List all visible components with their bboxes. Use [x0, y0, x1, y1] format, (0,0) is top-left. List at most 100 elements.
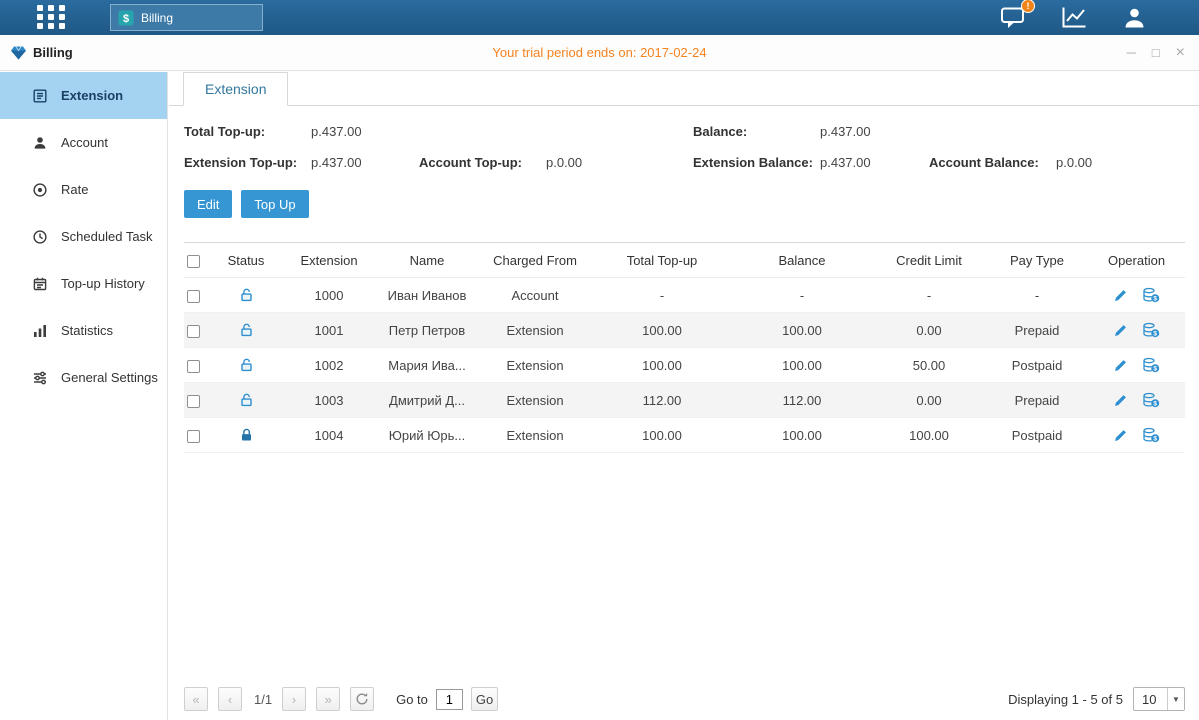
topup-coins-icon[interactable]: $ [1142, 322, 1160, 338]
action-buttons: Edit Top Up [169, 173, 1199, 218]
messages-icon[interactable]: ! [1000, 5, 1027, 30]
sidebar-item-label: Account [61, 135, 108, 150]
svg-text:$: $ [123, 13, 129, 25]
topup-coins-icon[interactable]: $ [1142, 287, 1160, 303]
pay-type-cell: Postpaid [986, 418, 1088, 453]
top-bar: $ Billing ! [0, 0, 1199, 35]
name-cell: Дмитрий Д... [376, 383, 478, 418]
extension-cell: 1004 [282, 418, 376, 453]
summary-value: p.437.00 [311, 124, 362, 139]
row-select-cell [184, 348, 210, 383]
maximize-icon[interactable]: □ [1152, 46, 1160, 59]
table-row: 1003Дмитрий Д...Extension112.00112.000.0… [184, 383, 1185, 418]
page-size-select[interactable]: 10 ▼ [1133, 687, 1185, 711]
pagination-bar: « ‹ 1/1 › » Go to Go Displaying 1 - 5 of… [184, 686, 1185, 712]
row-checkbox[interactable] [187, 360, 200, 373]
rate-icon [32, 182, 48, 198]
row-select-cell [184, 313, 210, 348]
refresh-button[interactable] [350, 687, 374, 711]
edit-pencil-icon[interactable] [1113, 323, 1128, 338]
extension-table-wrap: Status Extension Name Charged From Total… [184, 242, 1185, 453]
edit-pencil-icon[interactable] [1113, 393, 1128, 408]
sidebar-item-general-settings[interactable]: General Settings [0, 354, 167, 401]
row-select-cell [184, 418, 210, 453]
locked-lock-icon [239, 427, 254, 443]
summary-label: Extension Top-up: [184, 155, 311, 170]
calendar-icon [32, 276, 48, 292]
top-up-button[interactable]: Top Up [241, 190, 308, 218]
edit-pencil-icon[interactable] [1113, 428, 1128, 443]
total-topup-cell: 100.00 [592, 418, 732, 453]
extension-cell: 1002 [282, 348, 376, 383]
sidebar-item-label: Statistics [61, 323, 113, 338]
total-topup-cell: 112.00 [592, 383, 732, 418]
row-checkbox[interactable] [187, 430, 200, 443]
sidebar-item-statistics[interactable]: Statistics [0, 307, 167, 354]
pay-type-cell: Postpaid [986, 348, 1088, 383]
sidebar-item-label: Rate [61, 182, 88, 197]
window-title-bar: Billing Your trial period ends on: 2017-… [0, 35, 1199, 71]
column-header-name: Name [376, 243, 478, 278]
charged-from-cell: Extension [478, 313, 592, 348]
summary-label: Extension Balance: [693, 155, 820, 170]
close-icon[interactable]: × [1176, 45, 1185, 61]
edit-button[interactable]: Edit [184, 190, 232, 218]
unlocked-lock-icon [239, 287, 254, 303]
topup-coins-icon[interactable]: $ [1142, 357, 1160, 373]
reports-chart-icon[interactable] [1061, 6, 1088, 29]
sidebar-item-scheduled-task[interactable]: Scheduled Task [0, 213, 167, 260]
last-page-button[interactable]: » [316, 687, 340, 711]
summary-value: p.437.00 [820, 124, 871, 139]
table-body: 1000Иван ИвановAccount----$1001Петр Петр… [184, 278, 1185, 453]
row-checkbox[interactable] [187, 395, 200, 408]
main-content: Extension Total Top-up:p.437.00 Balance:… [169, 72, 1199, 720]
balance-cell: 100.00 [732, 418, 872, 453]
total-topup-cell: 100.00 [592, 313, 732, 348]
tab-extension[interactable]: Extension [183, 72, 288, 106]
summary-label: Account Top-up: [419, 155, 546, 170]
goto-page-input[interactable] [436, 689, 463, 710]
topup-coins-icon[interactable]: $ [1142, 392, 1160, 408]
sidebar-item-rate[interactable]: Rate [0, 166, 167, 213]
credit-limit-cell: - [872, 278, 986, 313]
topup-coins-icon[interactable]: $ [1142, 427, 1160, 443]
go-button[interactable]: Go [471, 687, 498, 711]
name-cell: Иван Иванов [376, 278, 478, 313]
status-cell [210, 418, 282, 453]
edit-pencil-icon[interactable] [1113, 358, 1128, 373]
sidebar-item-account[interactable]: Account [0, 119, 167, 166]
column-header-extension: Extension [282, 243, 376, 278]
total-topup-cell: 100.00 [592, 348, 732, 383]
operation-cell: $ [1088, 313, 1185, 348]
row-checkbox[interactable] [187, 290, 200, 303]
summary-label: Balance: [693, 124, 820, 139]
sidebar-item-extension[interactable]: Extension [0, 72, 167, 119]
name-cell: Петр Петров [376, 313, 478, 348]
prev-page-button[interactable]: ‹ [218, 687, 242, 711]
topbar-tab-billing[interactable]: $ Billing [110, 4, 263, 31]
topbar-tab-label: Billing [141, 11, 173, 25]
user-account-icon[interactable] [1122, 6, 1147, 30]
sidebar-item-label: Top-up History [61, 276, 145, 291]
row-checkbox[interactable] [187, 325, 200, 338]
balance-summary: Total Top-up:p.437.00 Balance:p.437.00 E… [169, 106, 1199, 173]
first-page-button[interactable]: « [184, 687, 208, 711]
charged-from-cell: Extension [478, 383, 592, 418]
next-page-button[interactable]: › [282, 687, 306, 711]
balance-cell: - [732, 278, 872, 313]
table-header-row: Status Extension Name Charged From Total… [184, 243, 1185, 278]
extension-table: Status Extension Name Charged From Total… [184, 242, 1185, 453]
apps-grid-icon[interactable] [36, 4, 66, 31]
sidebar-item-topup-history[interactable]: Top-up History [0, 260, 167, 307]
summary-label: Account Balance: [929, 155, 1056, 170]
chevron-down-icon: ▼ [1167, 688, 1184, 710]
edit-pencil-icon[interactable] [1113, 288, 1128, 303]
svg-text:$: $ [1153, 331, 1157, 338]
select-all-checkbox[interactable] [187, 255, 200, 268]
dollar-app-icon: $ [118, 10, 134, 26]
sliders-icon [32, 370, 48, 386]
unlocked-lock-icon [239, 392, 254, 408]
clock-icon [32, 229, 48, 245]
charged-from-cell: Account [478, 278, 592, 313]
minimize-icon[interactable]: ─ [1127, 46, 1136, 59]
